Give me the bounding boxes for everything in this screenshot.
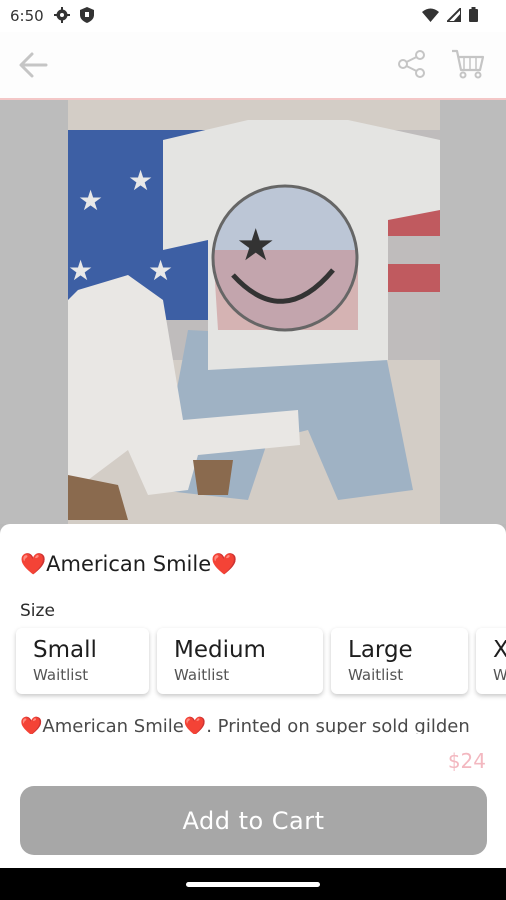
app-bar bbox=[0, 32, 506, 100]
product-image[interactable]: ★ ★ ★ ★ ★ bbox=[0, 100, 506, 524]
svg-text:★: ★ bbox=[236, 220, 275, 271]
back-button[interactable] bbox=[16, 50, 52, 80]
size-label: Size bbox=[20, 601, 55, 621]
svg-text:★: ★ bbox=[78, 184, 103, 217]
arrow-left-icon bbox=[19, 52, 48, 78]
status-bar: 6:50 bbox=[0, 0, 506, 32]
product-photo: ★ ★ ★ ★ ★ bbox=[68, 100, 440, 524]
size-status: Waitlist bbox=[348, 666, 404, 684]
status-time: 6:50 bbox=[10, 7, 44, 25]
size-name: Small bbox=[33, 637, 97, 663]
size-status: Waitlist bbox=[33, 666, 89, 684]
signal-icon bbox=[444, 5, 462, 26]
battery-icon bbox=[469, 7, 478, 26]
shield-icon bbox=[80, 7, 94, 27]
price: $24 bbox=[447, 749, 486, 773]
gear-icon bbox=[54, 7, 70, 27]
share-icon bbox=[398, 50, 425, 78]
wifi-icon bbox=[422, 8, 439, 26]
purchase-panel: $24 Add to Cart bbox=[0, 734, 506, 868]
svg-text:★: ★ bbox=[68, 254, 93, 287]
product-title: ❤️American Smile❤️ bbox=[20, 552, 238, 576]
share-button[interactable] bbox=[396, 48, 428, 80]
size-option-small[interactable]: Small Waitlist bbox=[16, 628, 149, 694]
product-description: ❤️American Smile❤️. Printed on super sol… bbox=[20, 716, 470, 734]
size-name: Medium bbox=[174, 637, 266, 663]
product-sheet: ❤️American Smile❤️ Size Small Waitlist M… bbox=[0, 524, 506, 734]
size-status: Waitlist bbox=[174, 666, 230, 684]
size-option-xl[interactable]: X W bbox=[476, 628, 506, 694]
cart-icon bbox=[452, 49, 485, 79]
size-option-large[interactable]: Large Waitlist bbox=[331, 628, 468, 694]
size-status: W bbox=[493, 666, 506, 684]
size-options: Small Waitlist Medium Waitlist Large Wai… bbox=[16, 628, 506, 694]
home-indicator[interactable] bbox=[186, 882, 320, 887]
svg-text:★: ★ bbox=[128, 164, 153, 197]
system-nav-bar bbox=[0, 868, 506, 900]
svg-text:★: ★ bbox=[148, 254, 173, 287]
size-name: X bbox=[493, 637, 506, 663]
size-option-medium[interactable]: Medium Waitlist bbox=[157, 628, 323, 694]
add-to-cart-button[interactable]: Add to Cart bbox=[20, 786, 487, 855]
size-name: Large bbox=[348, 637, 413, 663]
cart-button[interactable] bbox=[450, 48, 486, 80]
